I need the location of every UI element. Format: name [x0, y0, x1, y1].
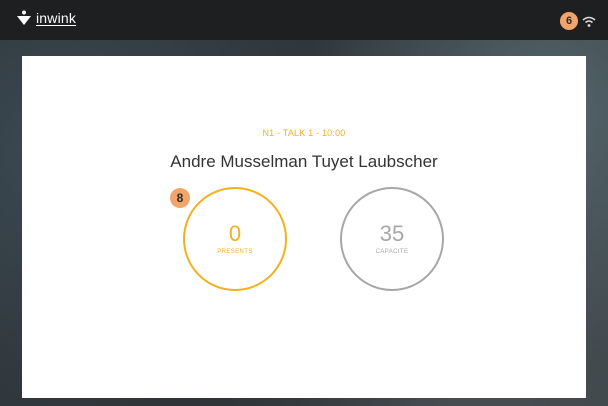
wifi-icon [582, 15, 596, 27]
presents-counter[interactable]: 0 PRESENTS [183, 187, 287, 291]
notification-badge[interactable]: 6 [560, 12, 578, 30]
presents-marker-badge: 8 [170, 188, 190, 208]
capacity-label: CAPACITE [375, 249, 409, 255]
session-title: N1 - TALK 1 - 10:00 [262, 128, 346, 138]
session-speakers: Andre Musselman Tuyet Laubscher [170, 152, 438, 171]
top-right-status: 6 [560, 12, 596, 30]
brand[interactable]: inwink [16, 10, 76, 26]
top-bar: inwink 6 [0, 0, 608, 40]
capacity-value: 35 [379, 221, 405, 246]
capacity-counter: 35 CAPACITE [340, 187, 444, 291]
presents-value: 0 [228, 221, 242, 246]
session-card: N1 - TALK 1 - 10:00 Andre Musselman Tuye… [22, 56, 586, 398]
brand-name: inwink [36, 10, 77, 26]
presents-label: PRESENTS [217, 249, 253, 255]
inwink-logo-icon [16, 10, 32, 26]
